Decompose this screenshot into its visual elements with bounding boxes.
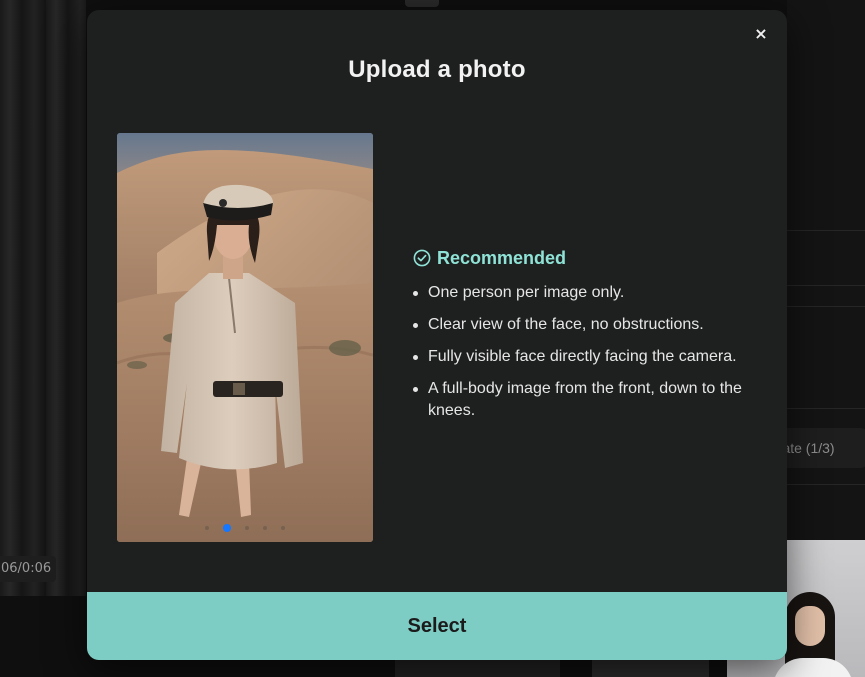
close-button[interactable]: ×: [749, 22, 773, 46]
sample-photo: [117, 133, 373, 542]
carousel-dot[interactable]: [281, 526, 285, 530]
recommendations-panel: Recommended One person per image only. C…: [413, 246, 763, 432]
recommendation-item: Fully visible face directly facing the c…: [413, 346, 763, 368]
background-divider: [787, 306, 865, 307]
recommendation-item: A full-body image from the front, down t…: [413, 378, 763, 422]
upload-photo-modal: × Upload a photo Recommended One person …: [87, 10, 787, 660]
carousel-dots: [117, 524, 373, 532]
recommendation-item: Clear view of the face, no obstructions.: [413, 314, 763, 336]
modal-title: Upload a photo: [348, 56, 526, 83]
recommendations-list: One person per image only. Clear view of…: [413, 282, 763, 422]
recommended-heading: Recommended: [413, 246, 763, 270]
carousel-dot[interactable]: [205, 526, 209, 530]
sample-photo-illustration: [117, 133, 373, 542]
recommended-label: Recommended: [437, 247, 567, 268]
carousel-dot[interactable]: [245, 526, 249, 530]
recommendation-item: One person per image only.: [413, 282, 763, 304]
carousel-dot[interactable]: [263, 526, 267, 530]
background-video-preview: [0, 0, 86, 596]
check-circle-icon: [413, 249, 431, 267]
select-button[interactable]: Select: [87, 592, 787, 660]
background-divider: [787, 408, 865, 409]
background-divider: [787, 484, 865, 485]
background-thumbnail: [592, 660, 709, 677]
background-divider: [787, 285, 865, 286]
background-thumbnail: [395, 660, 560, 677]
carousel-dot[interactable]: [223, 524, 231, 532]
background-tab: [405, 0, 439, 7]
background-video-timestamp: 06/0:06: [0, 556, 56, 582]
background-divider: [787, 230, 865, 231]
